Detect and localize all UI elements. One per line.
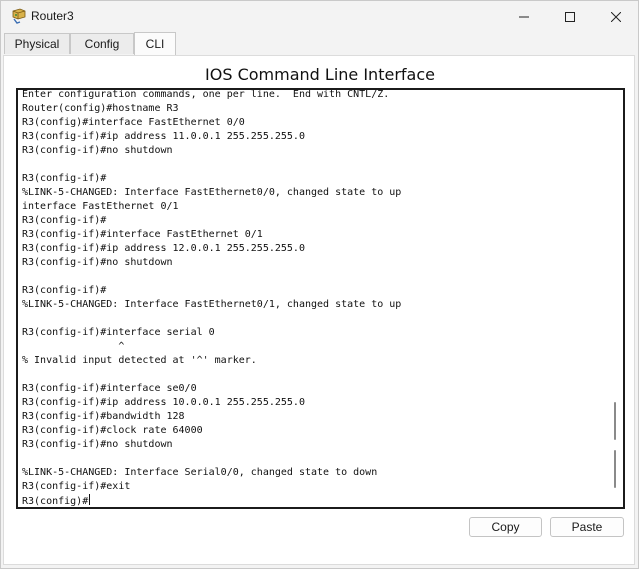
terminal-line: R3(config-if)#no shutdown <box>22 257 173 268</box>
terminal-line: %LINK-5-CHANGED: Interface FastEthernet0… <box>22 187 402 198</box>
tab-physical[interactable]: Physical <box>4 33 70 54</box>
tab-bar: Physical Config CLI <box>4 32 637 55</box>
terminal-line: R3(config-if)#exit <box>22 481 131 492</box>
router-icon <box>11 8 27 24</box>
terminal-line: % Invalid input detected at '^' marker. <box>22 355 257 366</box>
text-cursor <box>89 494 91 505</box>
copy-button[interactable]: Copy <box>469 517 542 537</box>
terminal-line: R3(config)#interface FastEthernet 0/0 <box>22 117 245 128</box>
terminal-line: R3(config-if)#no shutdown <box>22 145 173 156</box>
terminal-line: R3(config-if)#no shutdown <box>22 439 173 450</box>
tab-cli[interactable]: CLI <box>134 32 176 55</box>
minimize-icon <box>519 12 529 22</box>
tab-config[interactable]: Config <box>70 33 134 54</box>
terminal-line: interface FastEthernet 0/1 <box>22 201 179 212</box>
terminal-line: R3(config-if)#interface serial 0 <box>22 327 215 338</box>
title-bar: Router3 <box>1 1 638 33</box>
cli-panel: IOS Command Line Interface Enter configu… <box>3 55 635 565</box>
minimize-button[interactable] <box>501 1 547 33</box>
router3-window: Router3 Physical Config CLI IOS Command … <box>0 0 639 569</box>
scrollbar[interactable] <box>610 90 620 507</box>
terminal-line: R3(config-if)# <box>22 173 107 184</box>
terminal-line: R3(config-if)#bandwidth 128 <box>22 411 185 422</box>
paste-button[interactable]: Paste <box>550 517 624 537</box>
terminal-line: R3(config-if)# <box>22 215 107 226</box>
terminal-line: R3(config-if)#ip address 12.0.0.1 255.25… <box>22 243 305 254</box>
terminal-output: Enter configuration commands, one per li… <box>22 89 402 507</box>
terminal-line: R3(config-if)#clock rate 64000 <box>22 425 203 436</box>
terminal-line: R3(config)# <box>22 494 91 507</box>
scrollbar-thumb-upper[interactable] <box>614 402 616 440</box>
close-icon <box>611 12 621 22</box>
terminal-line: Router(config)#hostname R3 <box>22 103 179 114</box>
terminal-line: R3(config-if)# <box>22 285 107 296</box>
terminal-line: R3(config-if)#ip address 11.0.0.1 255.25… <box>22 131 305 142</box>
maximize-icon <box>565 12 575 22</box>
window-title: Router3 <box>31 9 74 23</box>
terminal-line: %LINK-5-CHANGED: Interface FastEthernet0… <box>22 299 402 310</box>
close-button[interactable] <box>593 1 639 33</box>
maximize-button[interactable] <box>547 1 593 33</box>
terminal-line: Enter configuration commands, one per li… <box>22 89 390 100</box>
terminal-line: R3(config-if)#interface FastEthernet 0/1 <box>22 229 263 240</box>
cli-terminal[interactable]: Enter configuration commands, one per li… <box>16 88 625 509</box>
scrollbar-thumb-lower[interactable] <box>614 450 616 488</box>
terminal-line: R3(config-if)#interface se0/0 <box>22 383 197 394</box>
terminal-line: R3(config-if)#ip address 10.0.0.1 255.25… <box>22 397 305 408</box>
terminal-line: %LINK-5-CHANGED: Interface Serial0/0, ch… <box>22 467 378 478</box>
page-title: IOS Command Line Interface <box>205 65 435 84</box>
terminal-line: ^ <box>22 341 125 352</box>
